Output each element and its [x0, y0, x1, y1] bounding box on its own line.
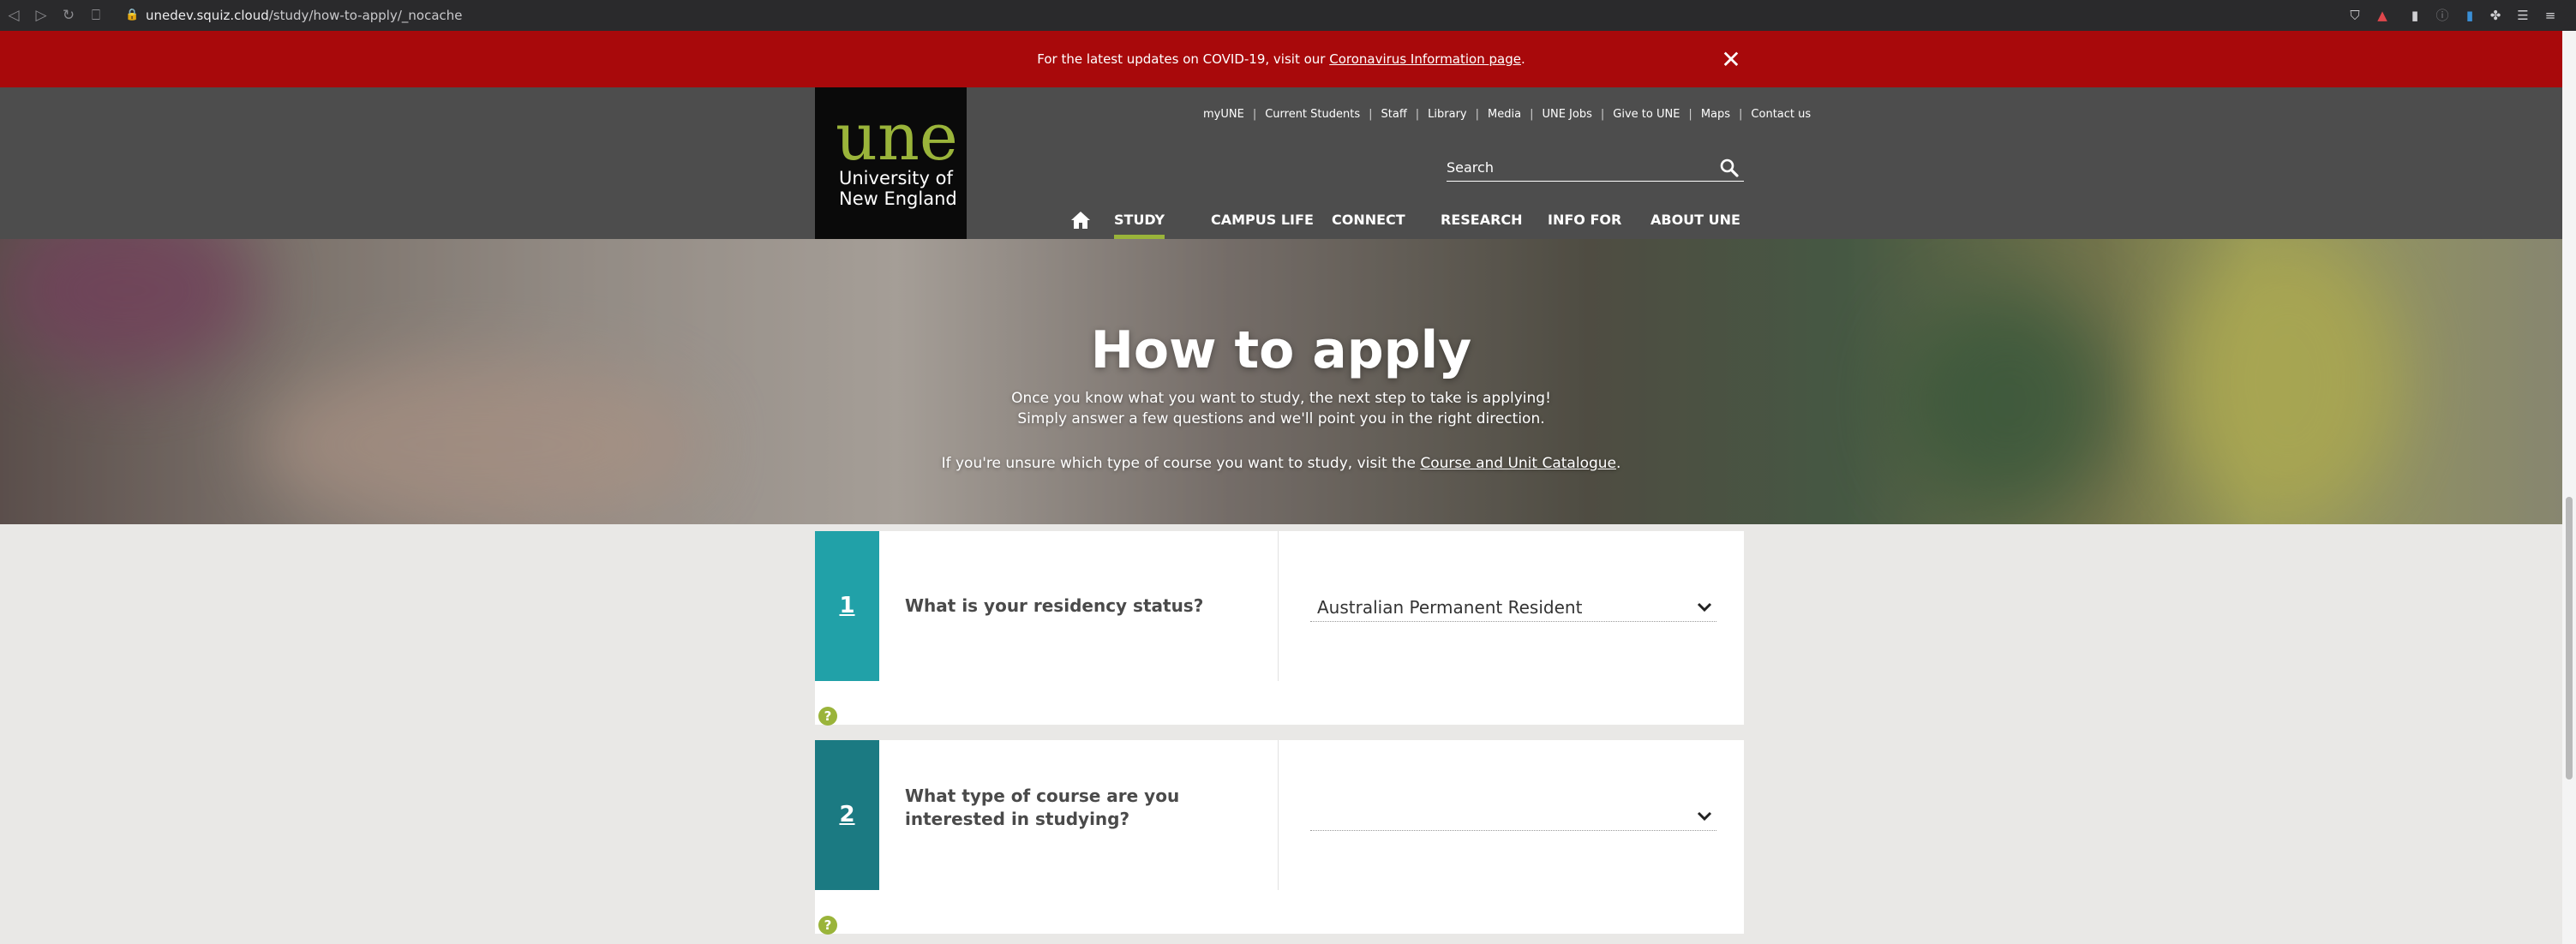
covid-alert-bar: For the latest updates on COVID-19, visi…	[0, 31, 2562, 87]
search-icon[interactable]	[1719, 158, 1740, 178]
util-link-maps[interactable]: Maps	[1701, 108, 1730, 121]
blue-extension-icon[interactable]: ▮	[2461, 7, 2478, 24]
alert-extension-icon[interactable]: ▲	[2374, 7, 2391, 24]
chevron-down-icon	[1697, 602, 1712, 612]
reload-icon[interactable]: ↻	[60, 7, 77, 24]
back-icon[interactable]: ◁	[5, 7, 22, 24]
util-link-media[interactable]: Media	[1488, 108, 1521, 121]
une-logo[interactable]: une University of New England	[815, 87, 967, 239]
residency-status-select[interactable]: Australian Permanent Resident	[1310, 593, 1716, 622]
coronavirus-info-link[interactable]: Coronavirus Information page	[1329, 51, 1521, 67]
shield-extension-icon[interactable]: ⛉	[2346, 7, 2363, 24]
nav-about-une[interactable]: ABOUT UNE	[1650, 209, 1740, 239]
page-scrollbar[interactable]	[2562, 31, 2576, 944]
util-link-contact-us[interactable]: Contact us	[1751, 108, 1811, 121]
sidebar-icon[interactable]: ☰	[2514, 7, 2531, 24]
nav-connect[interactable]: CONNECT	[1332, 209, 1405, 239]
nav-campus-life[interactable]: CAMPUS LIFE	[1211, 209, 1314, 239]
course-catalogue-link[interactable]: Course and Unit Catalogue	[1420, 455, 1616, 472]
util-link-une-jobs[interactable]: UNE Jobs	[1542, 108, 1591, 121]
question-number-1: 1	[815, 531, 879, 681]
info-extension-icon[interactable]: ▮	[2406, 7, 2423, 24]
lock-icon: 🔒	[125, 9, 140, 21]
question-number-2: 2	[815, 740, 879, 890]
help-icon-1[interactable]: ?	[818, 707, 837, 726]
menu-icon[interactable]: ≡	[2542, 7, 2559, 24]
util-link-library[interactable]: Library	[1428, 108, 1466, 121]
util-link-current-students[interactable]: Current Students	[1265, 108, 1360, 121]
puzzle-extension-icon[interactable]: ✤	[2487, 7, 2504, 24]
site-header: une University of New England myUNE | Curre…	[0, 87, 2562, 239]
chevron-down-icon	[1697, 811, 1712, 822]
util-link-give-to-une[interactable]: Give to UNE	[1613, 108, 1680, 121]
disabled-extension-icon[interactable]: ⓘ	[2434, 7, 2451, 24]
question-card-1: 1 What is your residency status? Austral…	[815, 531, 1744, 725]
util-link-myune[interactable]: myUNE	[1203, 108, 1244, 121]
bookmark-icon[interactable]: ⎕	[87, 7, 105, 24]
hero-catalogue-line: If you're unsure which type of course yo…	[941, 455, 1621, 472]
question-label-1: What is your residency status?	[905, 595, 1204, 616]
nav-study[interactable]: STUDY	[1114, 209, 1165, 239]
logo-mark: une	[836, 99, 958, 175]
util-link-staff[interactable]: Staff	[1381, 108, 1407, 121]
hero-intro-line-2: Simply answer a few questions and we'll …	[1017, 410, 1545, 427]
search-input[interactable]	[1447, 154, 1712, 180]
residency-status-value: Australian Permanent Resident	[1317, 597, 1583, 618]
page-title: How to apply	[1090, 320, 1472, 380]
search-box	[1447, 154, 1744, 182]
url-text: unedev.squiz.cloud/study/how-to-apply/_n…	[146, 8, 463, 23]
home-icon[interactable]	[1069, 209, 1092, 231]
close-icon[interactable]: ✕	[1719, 48, 1743, 72]
forward-icon[interactable]: ▷	[33, 7, 50, 24]
nav-research[interactable]: RESEARCH	[1441, 209, 1523, 239]
scrollbar-thumb[interactable]	[2566, 497, 2573, 780]
course-type-select[interactable]	[1310, 802, 1716, 831]
hero-banner: How to apply Once you know what you want…	[0, 239, 2562, 524]
hero-intro-line-1: Once you know what you want to study, th…	[1011, 390, 1551, 407]
browser-toolbar: ◁ ▷ ↻ ⎕ 🔒 unedev.squiz.cloud/study/how-t…	[0, 0, 2576, 31]
nav-info-for[interactable]: INFO FOR	[1548, 209, 1621, 239]
utility-nav: myUNE | Current Students | Staff | Library | Med…	[1203, 108, 1812, 121]
question-label-2: What type of course are you interested i…	[905, 786, 1180, 829]
alert-text: For the latest updates on COVID-19, visi…	[1037, 51, 1525, 67]
address-bar[interactable]: 🔒 unedev.squiz.cloud/study/how-to-apply/…	[125, 5, 2319, 26]
logo-name: University of New England	[839, 168, 957, 209]
help-icon-2[interactable]: ?	[818, 916, 837, 935]
question-card-2: 2 What type of course are you interested…	[815, 740, 1744, 934]
